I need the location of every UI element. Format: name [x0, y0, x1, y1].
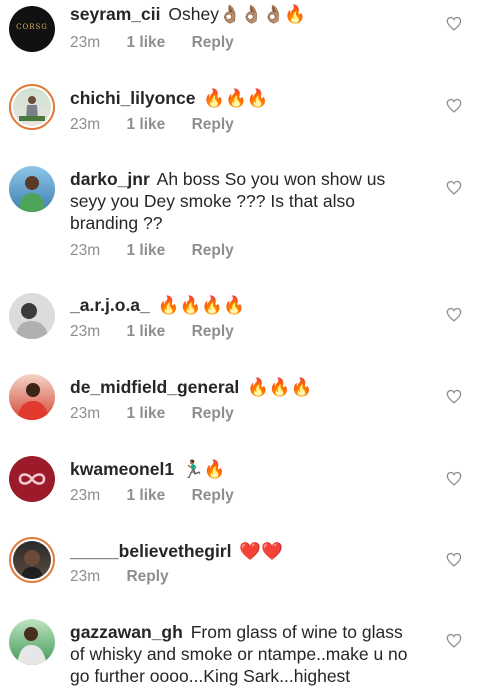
comment-meta: 23m 1 like Reply	[70, 116, 234, 134]
heart-icon[interactable]	[446, 389, 462, 404]
person-figure-icon	[19, 96, 45, 121]
comment-text: Oshey	[168, 4, 219, 24]
reply-button[interactable]: Reply	[126, 568, 168, 585]
comment-time: 23m	[70, 323, 101, 340]
comment-username[interactable]: seyram_cii	[70, 4, 161, 24]
comment-meta: 23m Reply	[70, 568, 169, 586]
heart-icon[interactable]	[446, 471, 462, 486]
comment-meta: 23m 1 like Reply	[70, 242, 234, 260]
heart-icon[interactable]	[446, 16, 462, 31]
comment-time: 23m	[70, 405, 101, 422]
comment-likes[interactable]: 1 like	[126, 242, 165, 259]
comment-meta: 23m 1 like Reply	[70, 34, 234, 52]
comment-time: 23m	[70, 116, 101, 133]
heart-icon[interactable]	[446, 552, 462, 567]
comment-username[interactable]: darko_jnr	[70, 169, 150, 189]
comment-username[interactable]: de_midfield_general	[70, 377, 239, 397]
comment-likes[interactable]: 1 like	[126, 405, 165, 422]
comment-emoji: ❤️❤️	[239, 542, 283, 562]
comment-time: 23m	[70, 568, 101, 585]
comment-likes[interactable]: 1 like	[126, 116, 165, 133]
comment-likes[interactable]: 1 like	[126, 487, 165, 504]
comment-meta: 23m 1 like Reply	[70, 323, 234, 341]
person-photo-icon	[21, 550, 43, 579]
comment-username[interactable]: chichi_lilyonce	[70, 88, 195, 108]
avatar[interactable]	[9, 619, 55, 665]
avatar[interactable]	[9, 374, 55, 420]
infinity-logo-icon	[18, 473, 46, 485]
avatar[interactable]	[9, 166, 55, 212]
comment-username[interactable]: kwameonel1	[70, 459, 174, 479]
heart-icon[interactable]	[446, 98, 462, 113]
comment-meta: 23m 1 like Reply	[70, 405, 234, 423]
comment-time: 23m	[70, 242, 101, 259]
reply-button[interactable]: Reply	[192, 116, 234, 133]
avatar[interactable]	[9, 293, 55, 339]
avatar[interactable]	[9, 84, 55, 130]
comment-emoji: 🔥🔥🔥🔥	[157, 296, 245, 316]
comment-emoji: 🏃🏾‍♂️🔥	[181, 460, 226, 480]
reply-button[interactable]: Reply	[192, 242, 234, 259]
comment-emoji: 🔥🔥🔥	[247, 378, 313, 398]
person-photo-icon	[9, 293, 55, 339]
comment-username[interactable]: _a.r.j.o.a_	[70, 295, 150, 315]
comment-username[interactable]: gazzawan_gh	[70, 622, 183, 642]
avatar[interactable]: CORSG	[9, 6, 55, 52]
reply-button[interactable]: Reply	[192, 34, 234, 51]
heart-icon[interactable]	[446, 633, 462, 648]
comment-likes[interactable]: 1 like	[126, 34, 165, 51]
person-photo-icon	[17, 383, 49, 420]
avatar-logo-text: CORSG	[16, 23, 48, 31]
reply-button[interactable]: Reply	[192, 323, 234, 340]
person-photo-icon	[17, 627, 47, 665]
comment-meta: 23m 1 like Reply	[70, 487, 234, 505]
comment-emoji: 🔥🔥🔥	[203, 89, 269, 109]
person-photo-icon	[19, 176, 45, 212]
avatar[interactable]	[9, 456, 55, 502]
reply-button[interactable]: Reply	[192, 487, 234, 504]
comment-likes[interactable]: 1 like	[126, 323, 165, 340]
comment-emoji: 👌🏽👌🏽👌🏽🔥	[218, 5, 307, 25]
heart-icon[interactable]	[446, 307, 462, 322]
comment-time: 23m	[70, 34, 101, 51]
reply-button[interactable]: Reply	[192, 405, 234, 422]
avatar[interactable]	[9, 537, 55, 583]
comment-time: 23m	[70, 487, 101, 504]
heart-icon[interactable]	[446, 180, 462, 195]
comment-username[interactable]: _____believethegirl	[70, 541, 231, 561]
